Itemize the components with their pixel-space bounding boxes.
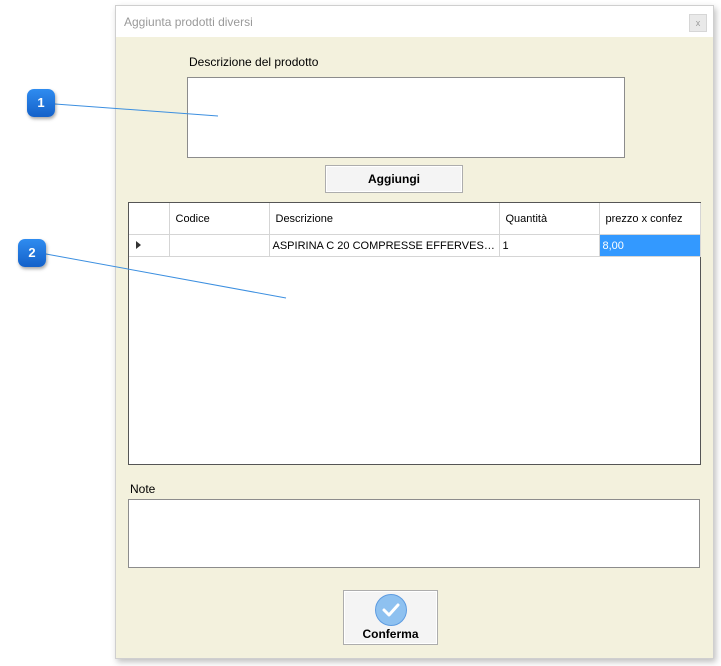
grid-header-row: Codice Descrizione Quantità prezzo x con… bbox=[129, 203, 701, 235]
callout-badge-2: 2 bbox=[18, 239, 46, 267]
cell-quantita[interactable]: 1 bbox=[499, 234, 600, 257]
add-button[interactable]: Aggiungi bbox=[325, 165, 463, 193]
products-grid[interactable]: Codice Descrizione Quantità prezzo x con… bbox=[128, 202, 701, 465]
confirm-button[interactable]: Conferma bbox=[343, 590, 438, 645]
row-pointer-icon bbox=[136, 240, 141, 249]
notes-label: Note bbox=[130, 482, 156, 496]
column-header-quantita[interactable]: Quantità bbox=[499, 203, 600, 235]
column-header-prezzo[interactable]: prezzo x confez bbox=[599, 203, 701, 235]
callout-badge-1: 1 bbox=[27, 89, 55, 117]
table-row[interactable]: ASPIRINA C 20 COMPRESSE EFFERVESC... 1 8… bbox=[129, 234, 701, 257]
confirm-label: Conferma bbox=[362, 627, 419, 641]
description-input[interactable] bbox=[187, 77, 625, 158]
description-label: Descrizione del prodotto bbox=[189, 55, 319, 69]
checkmark-icon bbox=[375, 594, 407, 626]
close-button[interactable]: x bbox=[689, 14, 707, 32]
row-selector[interactable] bbox=[129, 234, 170, 257]
window-title: Aggiunta prodotti diversi bbox=[124, 15, 253, 29]
cell-codice[interactable] bbox=[169, 234, 270, 257]
row-header-corner bbox=[129, 203, 170, 235]
cell-prezzo[interactable]: 8,00 bbox=[599, 234, 701, 257]
column-header-descrizione[interactable]: Descrizione bbox=[269, 203, 500, 235]
title-bar: Aggiunta prodotti diversi x bbox=[116, 6, 713, 37]
dialog-window: Aggiunta prodotti diversi x Descrizione … bbox=[115, 5, 714, 659]
column-header-codice[interactable]: Codice bbox=[169, 203, 270, 235]
cell-descrizione[interactable]: ASPIRINA C 20 COMPRESSE EFFERVESC... bbox=[269, 234, 500, 257]
notes-input[interactable] bbox=[128, 499, 700, 568]
